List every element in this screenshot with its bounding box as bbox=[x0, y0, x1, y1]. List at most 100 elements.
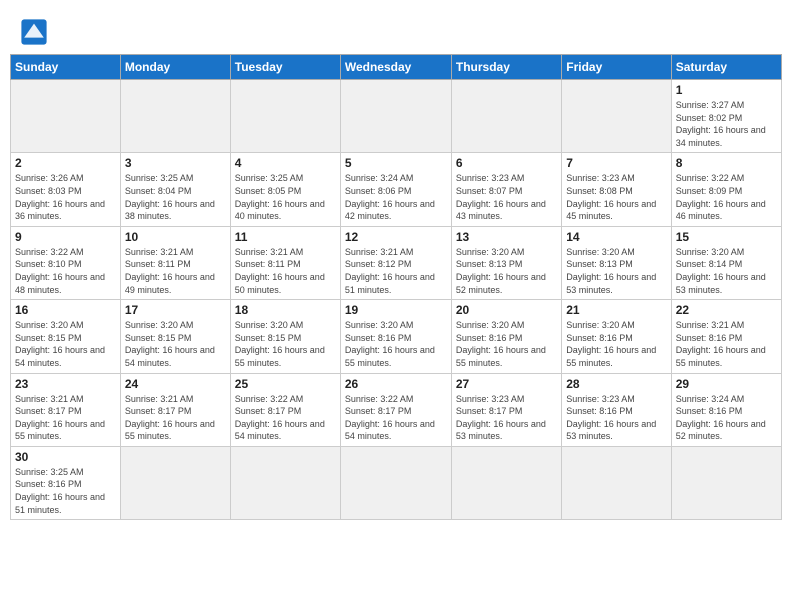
day-info: Sunrise: 3:21 AMSunset: 8:16 PMDaylight:… bbox=[676, 319, 777, 369]
calendar-cell: 11Sunrise: 3:21 AMSunset: 8:11 PMDayligh… bbox=[230, 226, 340, 299]
weekday-header-friday: Friday bbox=[562, 55, 671, 80]
day-number: 25 bbox=[235, 377, 336, 391]
day-number: 5 bbox=[345, 156, 447, 170]
day-number: 24 bbox=[125, 377, 226, 391]
calendar-cell: 16 Sunrise: 3:20 AMSunset: 8:15 PMDayligh… bbox=[11, 300, 121, 373]
day-info: Sunrise: 3:20 AMSunset: 8:15 PMDaylight:… bbox=[125, 319, 226, 369]
weekday-header-saturday: Saturday bbox=[671, 55, 781, 80]
day-number: 20 bbox=[456, 303, 557, 317]
calendar-cell bbox=[340, 446, 451, 519]
calendar-cell bbox=[562, 80, 671, 153]
calendar-cell: 21Sunrise: 3:20 AMSunset: 8:16 PMDayligh… bbox=[562, 300, 671, 373]
day-info: Sunrise: 3:20 AMSunset: 8:13 PMDaylight:… bbox=[566, 246, 666, 296]
day-number: 30 bbox=[15, 450, 116, 464]
header bbox=[10, 10, 782, 50]
calendar-cell: 23 Sunrise: 3:21 AMSunset: 8:17 PMDayligh… bbox=[11, 373, 121, 446]
day-number: 8 bbox=[676, 156, 777, 170]
calendar-cell bbox=[451, 80, 561, 153]
day-info: Sunrise: 3:27 AMSunset: 8:02 PMDaylight:… bbox=[676, 99, 777, 149]
day-info: Sunrise: 3:25 AMSunset: 8:05 PMDaylight:… bbox=[235, 172, 336, 222]
week-row-2: 9Sunrise: 3:22 AMSunset: 8:10 PMDaylight… bbox=[11, 226, 782, 299]
calendar-cell: 7 Sunrise: 3:23 AMSunset: 8:08 PMDaylight… bbox=[562, 153, 671, 226]
calendar-cell: 12 Sunrise: 3:21 AMSunset: 8:12 PMDayligh… bbox=[340, 226, 451, 299]
calendar-cell: 15 Sunrise: 3:20 AMSunset: 8:14 PMDayligh… bbox=[671, 226, 781, 299]
day-number: 26 bbox=[345, 377, 447, 391]
weekday-header-wednesday: Wednesday bbox=[340, 55, 451, 80]
calendar-cell bbox=[562, 446, 671, 519]
calendar-cell: 6 Sunrise: 3:23 AMSunset: 8:07 PMDaylight… bbox=[451, 153, 561, 226]
weekday-header-row: SundayMondayTuesdayWednesdayThursdayFrid… bbox=[11, 55, 782, 80]
day-info: Sunrise: 3:25 AMSunset: 8:04 PMDaylight:… bbox=[125, 172, 226, 222]
week-row-4: 23 Sunrise: 3:21 AMSunset: 8:17 PMDayligh… bbox=[11, 373, 782, 446]
calendar-cell bbox=[120, 80, 230, 153]
day-number: 15 bbox=[676, 230, 777, 244]
calendar-cell: 27Sunrise: 3:23 AMSunset: 8:17 PMDayligh… bbox=[451, 373, 561, 446]
week-row-3: 16 Sunrise: 3:20 AMSunset: 8:15 PMDayligh… bbox=[11, 300, 782, 373]
day-number: 23 bbox=[15, 377, 116, 391]
day-info: Sunrise: 3:23 AMSunset: 8:07 PMDaylight:… bbox=[456, 172, 557, 222]
calendar-cell: 3Sunrise: 3:25 AMSunset: 8:04 PMDaylight… bbox=[120, 153, 230, 226]
calendar-cell: 13 Sunrise: 3:20 AMSunset: 8:13 PMDayligh… bbox=[451, 226, 561, 299]
calendar-cell bbox=[340, 80, 451, 153]
day-info: Sunrise: 3:20 AMSunset: 8:14 PMDaylight:… bbox=[676, 246, 777, 296]
logo-icon bbox=[20, 18, 48, 46]
day-info: Sunrise: 3:21 AMSunset: 8:11 PMDaylight:… bbox=[125, 246, 226, 296]
calendar-cell: 26 Sunrise: 3:22 AMSunset: 8:17 PMDayligh… bbox=[340, 373, 451, 446]
calendar-cell: 28 Sunrise: 3:23 AMSunset: 8:16 PMDayligh… bbox=[562, 373, 671, 446]
day-info: Sunrise: 3:20 AMSunset: 8:15 PMDaylight:… bbox=[15, 319, 116, 369]
day-info: Sunrise: 3:25 AMSunset: 8:16 PMDaylight:… bbox=[15, 466, 116, 516]
weekday-header-monday: Monday bbox=[120, 55, 230, 80]
calendar-cell: 2 Sunrise: 3:26 AMSunset: 8:03 PMDaylight… bbox=[11, 153, 121, 226]
day-number: 17 bbox=[125, 303, 226, 317]
week-row-1: 2 Sunrise: 3:26 AMSunset: 8:03 PMDaylight… bbox=[11, 153, 782, 226]
day-number: 2 bbox=[15, 156, 116, 170]
day-info: Sunrise: 3:20 AMSunset: 8:13 PMDaylight:… bbox=[456, 246, 557, 296]
week-row-0: 1Sunrise: 3:27 AMSunset: 8:02 PMDaylight… bbox=[11, 80, 782, 153]
calendar-cell: 20 Sunrise: 3:20 AMSunset: 8:16 PMDayligh… bbox=[451, 300, 561, 373]
calendar-cell: 29 Sunrise: 3:24 AMSunset: 8:16 PMDayligh… bbox=[671, 373, 781, 446]
calendar-cell: 22Sunrise: 3:21 AMSunset: 8:16 PMDayligh… bbox=[671, 300, 781, 373]
day-info: Sunrise: 3:21 AMSunset: 8:12 PMDaylight:… bbox=[345, 246, 447, 296]
calendar-cell: 24Sunrise: 3:21 AMSunset: 8:17 PMDayligh… bbox=[120, 373, 230, 446]
day-number: 18 bbox=[235, 303, 336, 317]
weekday-header-sunday: Sunday bbox=[11, 55, 121, 80]
calendar-cell: 19 Sunrise: 3:20 AMSunset: 8:16 PMDayligh… bbox=[340, 300, 451, 373]
calendar-cell: 25 Sunrise: 3:22 AMSunset: 8:17 PMDayligh… bbox=[230, 373, 340, 446]
calendar-cell: 5 Sunrise: 3:24 AMSunset: 8:06 PMDaylight… bbox=[340, 153, 451, 226]
calendar-cell bbox=[671, 446, 781, 519]
day-number: 6 bbox=[456, 156, 557, 170]
day-number: 27 bbox=[456, 377, 557, 391]
day-info: Sunrise: 3:22 AMSunset: 8:09 PMDaylight:… bbox=[676, 172, 777, 222]
calendar-cell bbox=[451, 446, 561, 519]
day-number: 13 bbox=[456, 230, 557, 244]
calendar-cell: 4Sunrise: 3:25 AMSunset: 8:05 PMDaylight… bbox=[230, 153, 340, 226]
day-number: 28 bbox=[566, 377, 666, 391]
day-info: Sunrise: 3:20 AMSunset: 8:16 PMDaylight:… bbox=[456, 319, 557, 369]
day-number: 12 bbox=[345, 230, 447, 244]
calendar-cell bbox=[230, 80, 340, 153]
day-number: 16 bbox=[15, 303, 116, 317]
day-info: Sunrise: 3:21 AMSunset: 8:11 PMDaylight:… bbox=[235, 246, 336, 296]
day-info: Sunrise: 3:26 AMSunset: 8:03 PMDaylight:… bbox=[15, 172, 116, 222]
day-info: Sunrise: 3:24 AMSunset: 8:06 PMDaylight:… bbox=[345, 172, 447, 222]
day-number: 10 bbox=[125, 230, 226, 244]
calendar-cell: 14Sunrise: 3:20 AMSunset: 8:13 PMDayligh… bbox=[562, 226, 671, 299]
day-info: Sunrise: 3:23 AMSunset: 8:08 PMDaylight:… bbox=[566, 172, 666, 222]
day-number: 19 bbox=[345, 303, 447, 317]
logo bbox=[20, 18, 52, 46]
calendar-cell: 9Sunrise: 3:22 AMSunset: 8:10 PMDaylight… bbox=[11, 226, 121, 299]
day-info: Sunrise: 3:24 AMSunset: 8:16 PMDaylight:… bbox=[676, 393, 777, 443]
day-info: Sunrise: 3:22 AMSunset: 8:17 PMDaylight:… bbox=[345, 393, 447, 443]
day-info: Sunrise: 3:20 AMSunset: 8:16 PMDaylight:… bbox=[345, 319, 447, 369]
day-number: 21 bbox=[566, 303, 666, 317]
day-info: Sunrise: 3:21 AMSunset: 8:17 PMDaylight:… bbox=[15, 393, 116, 443]
day-info: Sunrise: 3:23 AMSunset: 8:16 PMDaylight:… bbox=[566, 393, 666, 443]
calendar-cell bbox=[11, 80, 121, 153]
day-number: 29 bbox=[676, 377, 777, 391]
calendar-cell: 17 Sunrise: 3:20 AMSunset: 8:15 PMDayligh… bbox=[120, 300, 230, 373]
day-info: Sunrise: 3:20 AMSunset: 8:15 PMDaylight:… bbox=[235, 319, 336, 369]
calendar-cell bbox=[230, 446, 340, 519]
calendar-cell bbox=[120, 446, 230, 519]
day-number: 7 bbox=[566, 156, 666, 170]
day-info: Sunrise: 3:22 AMSunset: 8:17 PMDaylight:… bbox=[235, 393, 336, 443]
